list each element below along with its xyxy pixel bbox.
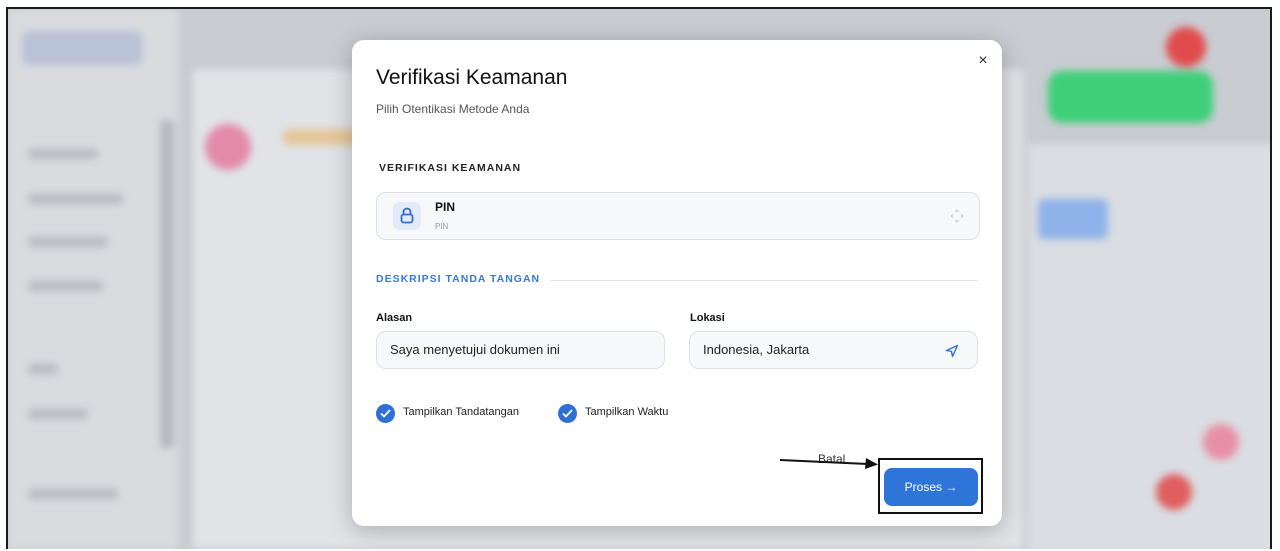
navigation-icon[interactable] <box>945 344 959 358</box>
location-value: Indonesia, Jakarta <box>703 342 810 357</box>
signature-section-heading: DESKRIPSI TANDA TANGAN <box>376 273 551 285</box>
security-section-heading: VERIFIKASI KEAMANAN <box>379 162 522 174</box>
dialog-subtitle: Pilih Otentikasi Metode Anda <box>376 102 530 116</box>
dialog-title: Verifikasi Keamanan <box>376 66 568 89</box>
reason-label: Alasan <box>376 312 413 324</box>
chevron-select-icon <box>950 209 964 223</box>
show-signature-checkbox[interactable] <box>376 404 395 423</box>
process-button[interactable]: Proses → <box>884 468 978 506</box>
lock-icon <box>393 202 421 230</box>
security-verification-dialog: × Verifikasi Keamanan Pilih Otentikasi M… <box>352 40 1002 526</box>
reason-input[interactable]: Saya menyetujui dokumen ini <box>376 331 665 369</box>
close-icon[interactable]: × <box>972 50 994 72</box>
auth-method-subtext: PIN <box>435 222 449 231</box>
annotation-arrow-icon <box>780 458 878 469</box>
location-label: Lokasi <box>690 312 725 324</box>
auth-method-name: PIN <box>435 200 456 214</box>
show-signature-label: Tampilkan Tandatangan <box>403 406 519 418</box>
show-time-label: Tampilkan Waktu <box>585 406 669 418</box>
show-time-checkbox[interactable] <box>558 404 577 423</box>
location-input[interactable]: Indonesia, Jakarta <box>689 331 978 369</box>
auth-method-select[interactable]: PIN PIN <box>376 192 980 240</box>
